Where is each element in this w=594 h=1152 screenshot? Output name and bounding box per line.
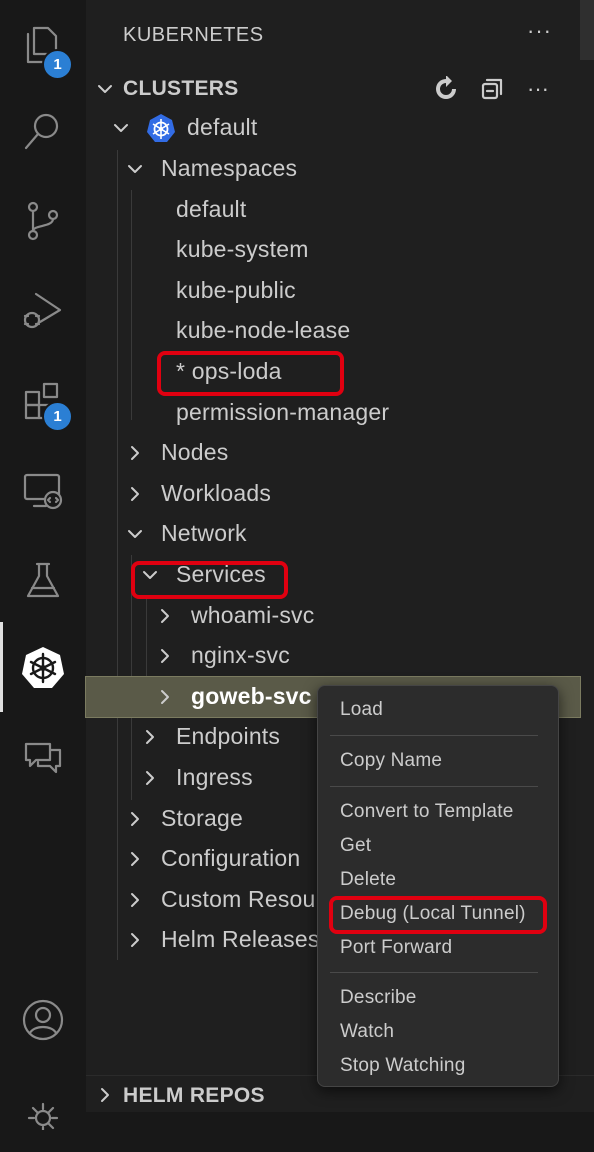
chevron-right-icon (126, 850, 144, 868)
refresh-button[interactable] (430, 73, 462, 105)
tree-item-label: Configuration (161, 845, 301, 871)
menu-item-describe[interactable]: Describe (340, 987, 417, 1009)
tree-item-namespace[interactable]: kube-system (86, 230, 580, 270)
refresh-icon (436, 76, 456, 99)
tree-item-label: Nodes (161, 439, 229, 465)
collapse-all-button[interactable] (476, 73, 508, 105)
extensions-button[interactable]: 1 (0, 356, 86, 446)
source-control-icon (27, 201, 59, 241)
tree-item-label: default (187, 114, 258, 140)
annotation-highlight-namespace (157, 351, 344, 396)
activity-bar: 1 1 (0, 0, 87, 1130)
search-button[interactable] (0, 86, 86, 176)
tree-item-label: kube-system (176, 236, 309, 262)
remote-explorer-button[interactable] (0, 446, 86, 536)
gear-icon (27, 1102, 59, 1130)
menu-item-port-forward[interactable]: Port Forward (340, 937, 452, 959)
tree-item-label: kube-node-lease (176, 317, 351, 343)
menu-item-delete[interactable]: Delete (340, 869, 396, 891)
tree-item-service[interactable]: nginx-svc (86, 636, 580, 676)
chevron-right-icon (126, 931, 144, 949)
tree-item-namespace[interactable]: permission-manager (86, 393, 580, 433)
tree-item-label: Storage (161, 805, 243, 831)
account-icon (22, 999, 64, 1041)
tree-item-workloads[interactable]: Workloads (86, 474, 580, 514)
tree-item-label: permission-manager (176, 399, 390, 425)
chevron-right-icon (126, 444, 144, 462)
annotation-highlight-services (131, 561, 288, 599)
clusters-section-title: CLUSTERS (123, 77, 239, 100)
run-debug-button[interactable] (0, 266, 86, 356)
chevron-right-icon (126, 891, 144, 909)
chat-icon (24, 742, 62, 774)
tree-item-namespace[interactable]: default (86, 190, 580, 230)
tree-item-label: whoami-svc (191, 602, 315, 628)
section-more-button[interactable]: ··· (522, 73, 554, 105)
clusters-section-header[interactable]: CLUSTERS ··· (86, 70, 580, 108)
tree-item-namespaces[interactable]: Namespaces (86, 149, 580, 189)
explorer-button[interactable]: 1 (0, 0, 86, 90)
manage-button[interactable] (0, 1062, 86, 1152)
menu-separator (330, 735, 538, 736)
chevron-right-icon (156, 607, 174, 625)
panel-more-button[interactable]: ··· (527, 18, 552, 44)
chevron-down-icon (126, 160, 144, 178)
menu-item-load[interactable]: Load (340, 699, 383, 721)
tree-item-label: kube-public (176, 277, 296, 303)
chevron-down-icon (112, 119, 130, 137)
chevron-right-icon (156, 647, 174, 665)
run-debug-icon (23, 292, 62, 329)
tree-item-label: Workloads (161, 480, 272, 506)
menu-item-convert-to-template[interactable]: Convert to Template (340, 801, 513, 823)
accounts-button[interactable] (0, 975, 86, 1065)
tree-item-label: goweb-svc (191, 683, 312, 709)
tree-item-label: nginx-svc (191, 642, 290, 668)
menu-item-get[interactable]: Get (340, 835, 371, 857)
chevron-down-icon (126, 525, 144, 543)
kubernetes-icon (22, 647, 64, 688)
comments-button[interactable] (0, 712, 86, 802)
menu-separator (330, 972, 538, 973)
chevron-right-icon (126, 810, 144, 828)
kubernetes-button[interactable] (0, 622, 86, 712)
tree-item-network[interactable]: Network (86, 514, 580, 554)
flask-icon (26, 562, 60, 598)
tree-item-label: Ingress (176, 764, 253, 790)
menu-item-watch[interactable]: Watch (340, 1021, 394, 1043)
menu-item-stop-watching[interactable]: Stop Watching (340, 1055, 465, 1077)
panel-title: KUBERNETES (123, 24, 264, 46)
context-menu: Load Copy Name Convert to Template Get D… (317, 685, 559, 1087)
tree-item-nodes[interactable]: Nodes (86, 433, 580, 473)
tree-item-label: Custom Resou (161, 886, 316, 912)
extensions-badge: 1 (42, 401, 73, 432)
search-icon (24, 113, 59, 150)
tree-item-label: Network (161, 520, 247, 546)
chevron-right-icon (141, 728, 159, 746)
chevron-right-icon (141, 769, 159, 787)
chevron-right-icon (126, 485, 144, 503)
chevron-down-icon (96, 80, 114, 98)
tree-item-namespace[interactable]: kube-node-lease (86, 311, 580, 351)
kubernetes-cluster-icon (147, 114, 175, 142)
menu-separator (330, 786, 538, 787)
tree-item-label: Helm Releases (161, 926, 320, 952)
scrollbar[interactable] (580, 0, 594, 60)
tree-item-namespace[interactable]: kube-public (86, 271, 580, 311)
remote-explorer-icon (23, 473, 63, 510)
tree-item-label: Endpoints (176, 723, 281, 749)
chevron-right-icon (96, 1086, 114, 1104)
explorer-badge: 1 (42, 49, 73, 80)
helm-repos-section-title: HELM REPOS (123, 1084, 265, 1107)
chevron-right-icon (156, 688, 174, 706)
tree-item-label: Namespaces (161, 155, 298, 181)
menu-item-copy-name[interactable]: Copy Name (340, 750, 442, 772)
testing-button[interactable] (0, 536, 86, 626)
annotation-highlight-debug (329, 896, 547, 934)
tree-item-cluster-default[interactable]: default (86, 108, 580, 148)
collapse-all-icon (481, 78, 503, 100)
tree-item-label: default (176, 196, 247, 222)
source-control-button[interactable] (0, 176, 86, 266)
tree-item-service[interactable]: whoami-svc (86, 596, 580, 636)
